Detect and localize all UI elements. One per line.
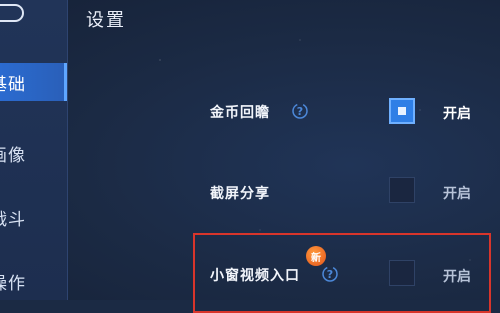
- page-title: 设置: [86, 10, 126, 31]
- help-icon[interactable]: ?: [292, 103, 308, 119]
- setting-label-mini-window-video: 小窗视频入口: [210, 268, 300, 284]
- setting-label-coin-review: 金币回瞻: [210, 105, 270, 121]
- mini-window-video-status: 开启: [443, 269, 471, 285]
- sidebar-item-basic[interactable]: 基础: [0, 63, 67, 101]
- coin-review-status: 开启: [443, 106, 471, 122]
- coin-review-checkbox[interactable]: [389, 98, 415, 124]
- sidebar-item-label: 战斗: [0, 209, 26, 230]
- mini-window-video-checkbox[interactable]: [389, 260, 415, 286]
- help-icon[interactable]: ?: [322, 266, 338, 282]
- back-button[interactable]: [0, 4, 24, 22]
- screenshot-share-status: 开启: [443, 186, 471, 202]
- sidebar-item-portrait[interactable]: 画像: [0, 134, 67, 172]
- check-mark-icon: [398, 107, 406, 115]
- sidebar-item-label: 基础: [0, 74, 26, 95]
- sidebar-item-label: 操作: [0, 273, 26, 294]
- sidebar-item-label: 画像: [0, 145, 26, 166]
- sidebar-item-controls[interactable]: 操作: [0, 262, 67, 300]
- setting-label-screenshot-share: 截屏分享: [210, 186, 270, 202]
- sidebar-item-battle[interactable]: 战斗: [0, 198, 67, 236]
- sidebar: 基础 画像 战斗 操作: [0, 0, 68, 300]
- screenshot-share-checkbox[interactable]: [389, 177, 415, 203]
- new-badge: 新: [306, 246, 326, 266]
